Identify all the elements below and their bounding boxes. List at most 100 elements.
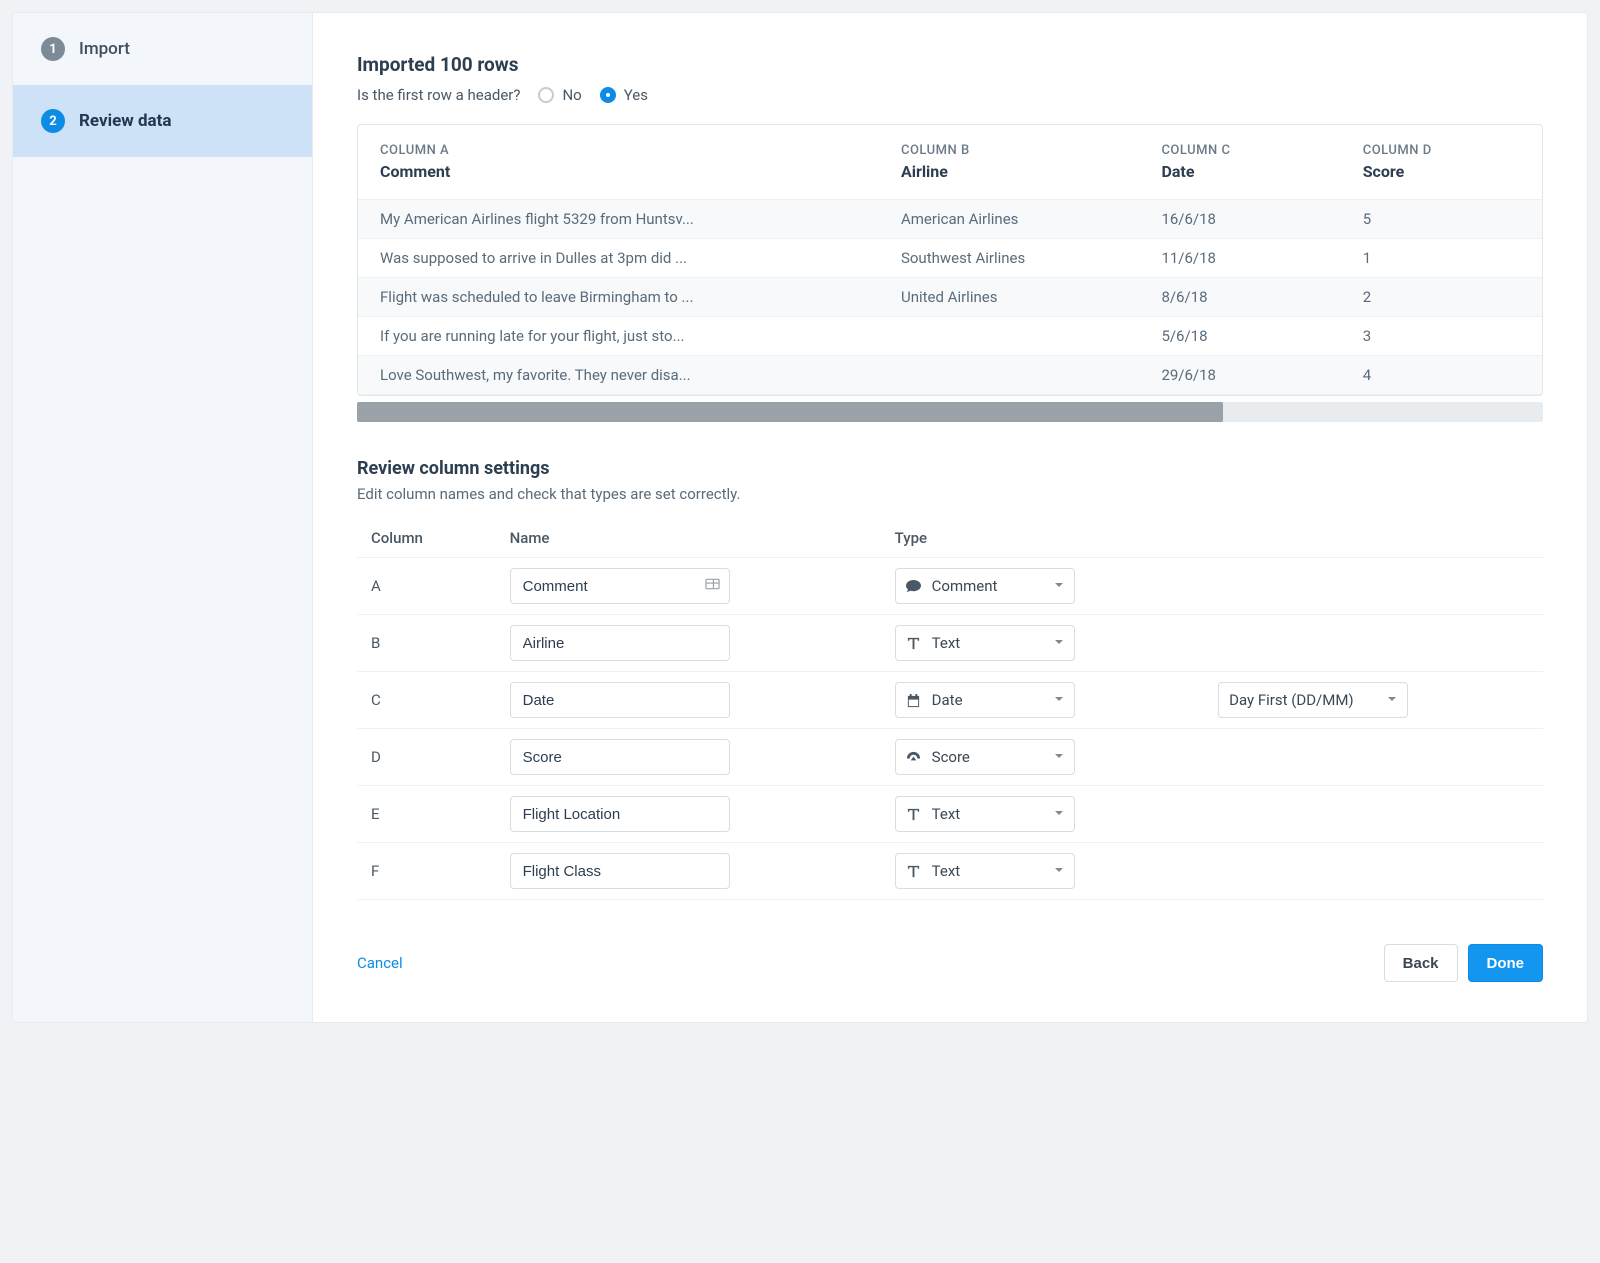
column-name-input[interactable] <box>510 568 730 604</box>
step-label: Review data <box>79 111 171 131</box>
scrollbar-thumb[interactable] <box>357 402 1223 422</box>
column-name: Score <box>1363 162 1520 181</box>
settings-header-extra <box>1204 519 1543 558</box>
column-settings-table: Column Name Type ACommentBTextCDateDay F… <box>357 519 1543 900</box>
header-question: Is the first row a header? <box>357 86 520 104</box>
step-review-data[interactable]: 2 Review data <box>13 85 312 157</box>
column-name-cell <box>496 786 881 843</box>
settings-row: DScore <box>357 729 1543 786</box>
header-question-row: Is the first row a header? No Yes <box>357 86 1543 104</box>
radio-dot-icon <box>600 87 616 103</box>
column-name-cell <box>496 558 881 615</box>
step-import[interactable]: 1 Import <box>13 13 312 85</box>
column-name-input[interactable] <box>510 625 730 661</box>
column-type-cell: Date <box>881 672 1204 729</box>
chevron-down-icon <box>1054 578 1064 594</box>
cell-airline <box>879 317 1139 356</box>
cell-airline <box>879 356 1139 395</box>
date-format-select[interactable]: Day First (DD/MM) <box>1218 682 1408 718</box>
done-button[interactable]: Done <box>1468 944 1544 982</box>
table-row: Love Southwest, my favorite. They never … <box>358 356 1542 395</box>
table-row: My American Airlines flight 5329 from Hu… <box>358 200 1542 239</box>
wizard-sidebar: 1 Import 2 Review data <box>13 13 313 1022</box>
column-type-cell: Text <box>881 786 1204 843</box>
radio-label: Yes <box>624 86 648 104</box>
column-name-cell <box>496 615 881 672</box>
column-code: COLUMN C <box>1161 143 1318 158</box>
column-type-cell: Text <box>881 843 1204 900</box>
chevron-down-icon <box>1054 806 1064 822</box>
cell-airline: American Airlines <box>879 200 1139 239</box>
date-format-label: Day First (DD/MM) <box>1229 691 1354 709</box>
cell-airline: Southwest Airlines <box>879 239 1139 278</box>
column-name-cell <box>496 672 881 729</box>
column-type-select[interactable]: Text <box>895 853 1075 889</box>
column-code: COLUMN A <box>380 143 857 158</box>
settings-row: A Comment <box>357 558 1543 615</box>
column-name-input[interactable] <box>510 682 730 718</box>
cell-airline: United Airlines <box>879 278 1139 317</box>
step-label: Import <box>79 39 130 59</box>
radio-yes[interactable]: Yes <box>600 86 648 104</box>
footer: Cancel Back Done <box>357 944 1543 982</box>
cancel-link[interactable]: Cancel <box>357 954 403 972</box>
column-type-cell: Text <box>881 615 1204 672</box>
column-code: COLUMN B <box>901 143 1117 158</box>
column-letter: E <box>357 786 496 843</box>
horizontal-scrollbar[interactable] <box>357 402 1543 422</box>
header-radio-group: No Yes <box>538 86 648 104</box>
cell-date: 16/6/18 <box>1139 200 1340 239</box>
cell-score: 4 <box>1341 356 1542 395</box>
chevron-down-icon <box>1054 749 1064 765</box>
back-button[interactable]: Back <box>1384 944 1458 982</box>
column-name-cell <box>496 729 881 786</box>
radio-dot-icon <box>538 87 554 103</box>
column-type-select[interactable]: Text <box>895 625 1075 661</box>
preview-header: COLUMN C Date <box>1139 125 1340 200</box>
page-title: Imported 100 rows <box>357 53 1543 76</box>
column-extra-cell <box>1204 729 1543 786</box>
preview-header: COLUMN B Airline <box>879 125 1139 200</box>
type-label: Text <box>932 862 961 880</box>
radio-no[interactable]: No <box>538 86 581 104</box>
column-name: Comment <box>380 162 857 181</box>
column-name-input[interactable] <box>510 739 730 775</box>
column-letter: F <box>357 843 496 900</box>
cell-date: 29/6/18 <box>1139 356 1340 395</box>
column-type-select[interactable]: Text <box>895 796 1075 832</box>
column-name-input[interactable] <box>510 853 730 889</box>
settings-row: C Date Day First (DD/MM) <box>357 672 1543 729</box>
import-wizard: 1 Import 2 Review data Imported 100 rows… <box>12 12 1588 1023</box>
column-name-input[interactable] <box>510 796 730 832</box>
settings-header-name: Name <box>496 519 881 558</box>
type-label: Comment <box>932 577 998 595</box>
text-icon <box>906 636 922 651</box>
type-label: Text <box>932 634 961 652</box>
cell-score: 5 <box>1341 200 1542 239</box>
comment-icon <box>906 579 922 594</box>
settings-subtitle: Edit column names and check that types a… <box>357 485 1543 503</box>
cell-score: 2 <box>1341 278 1542 317</box>
column-name: Date <box>1161 162 1318 181</box>
cell-comment: Love Southwest, my favorite. They never … <box>358 356 879 395</box>
table-row: If you are running late for your flight,… <box>358 317 1542 356</box>
column-type-select[interactable]: Comment <box>895 568 1075 604</box>
text-icon <box>906 807 922 822</box>
preview-header: COLUMN D Score <box>1341 125 1542 200</box>
cell-comment: If you are running late for your flight,… <box>358 317 879 356</box>
column-letter: A <box>357 558 496 615</box>
footer-buttons: Back Done <box>1384 944 1543 982</box>
column-letter: C <box>357 672 496 729</box>
cell-date: 5/6/18 <box>1139 317 1340 356</box>
column-type-select[interactable]: Date <box>895 682 1075 718</box>
column-name: Airline <box>901 162 1117 181</box>
cell-date: 11/6/18 <box>1139 239 1340 278</box>
type-label: Text <box>932 805 961 823</box>
column-extra-cell <box>1204 786 1543 843</box>
column-extra-cell: Day First (DD/MM) <box>1204 672 1543 729</box>
preview-table: COLUMN A Comment COLUMN B Airline COLUMN… <box>358 125 1542 395</box>
step-badge: 2 <box>41 109 65 133</box>
text-icon <box>906 864 922 879</box>
column-type-cell: Score <box>881 729 1204 786</box>
column-type-select[interactable]: Score <box>895 739 1075 775</box>
